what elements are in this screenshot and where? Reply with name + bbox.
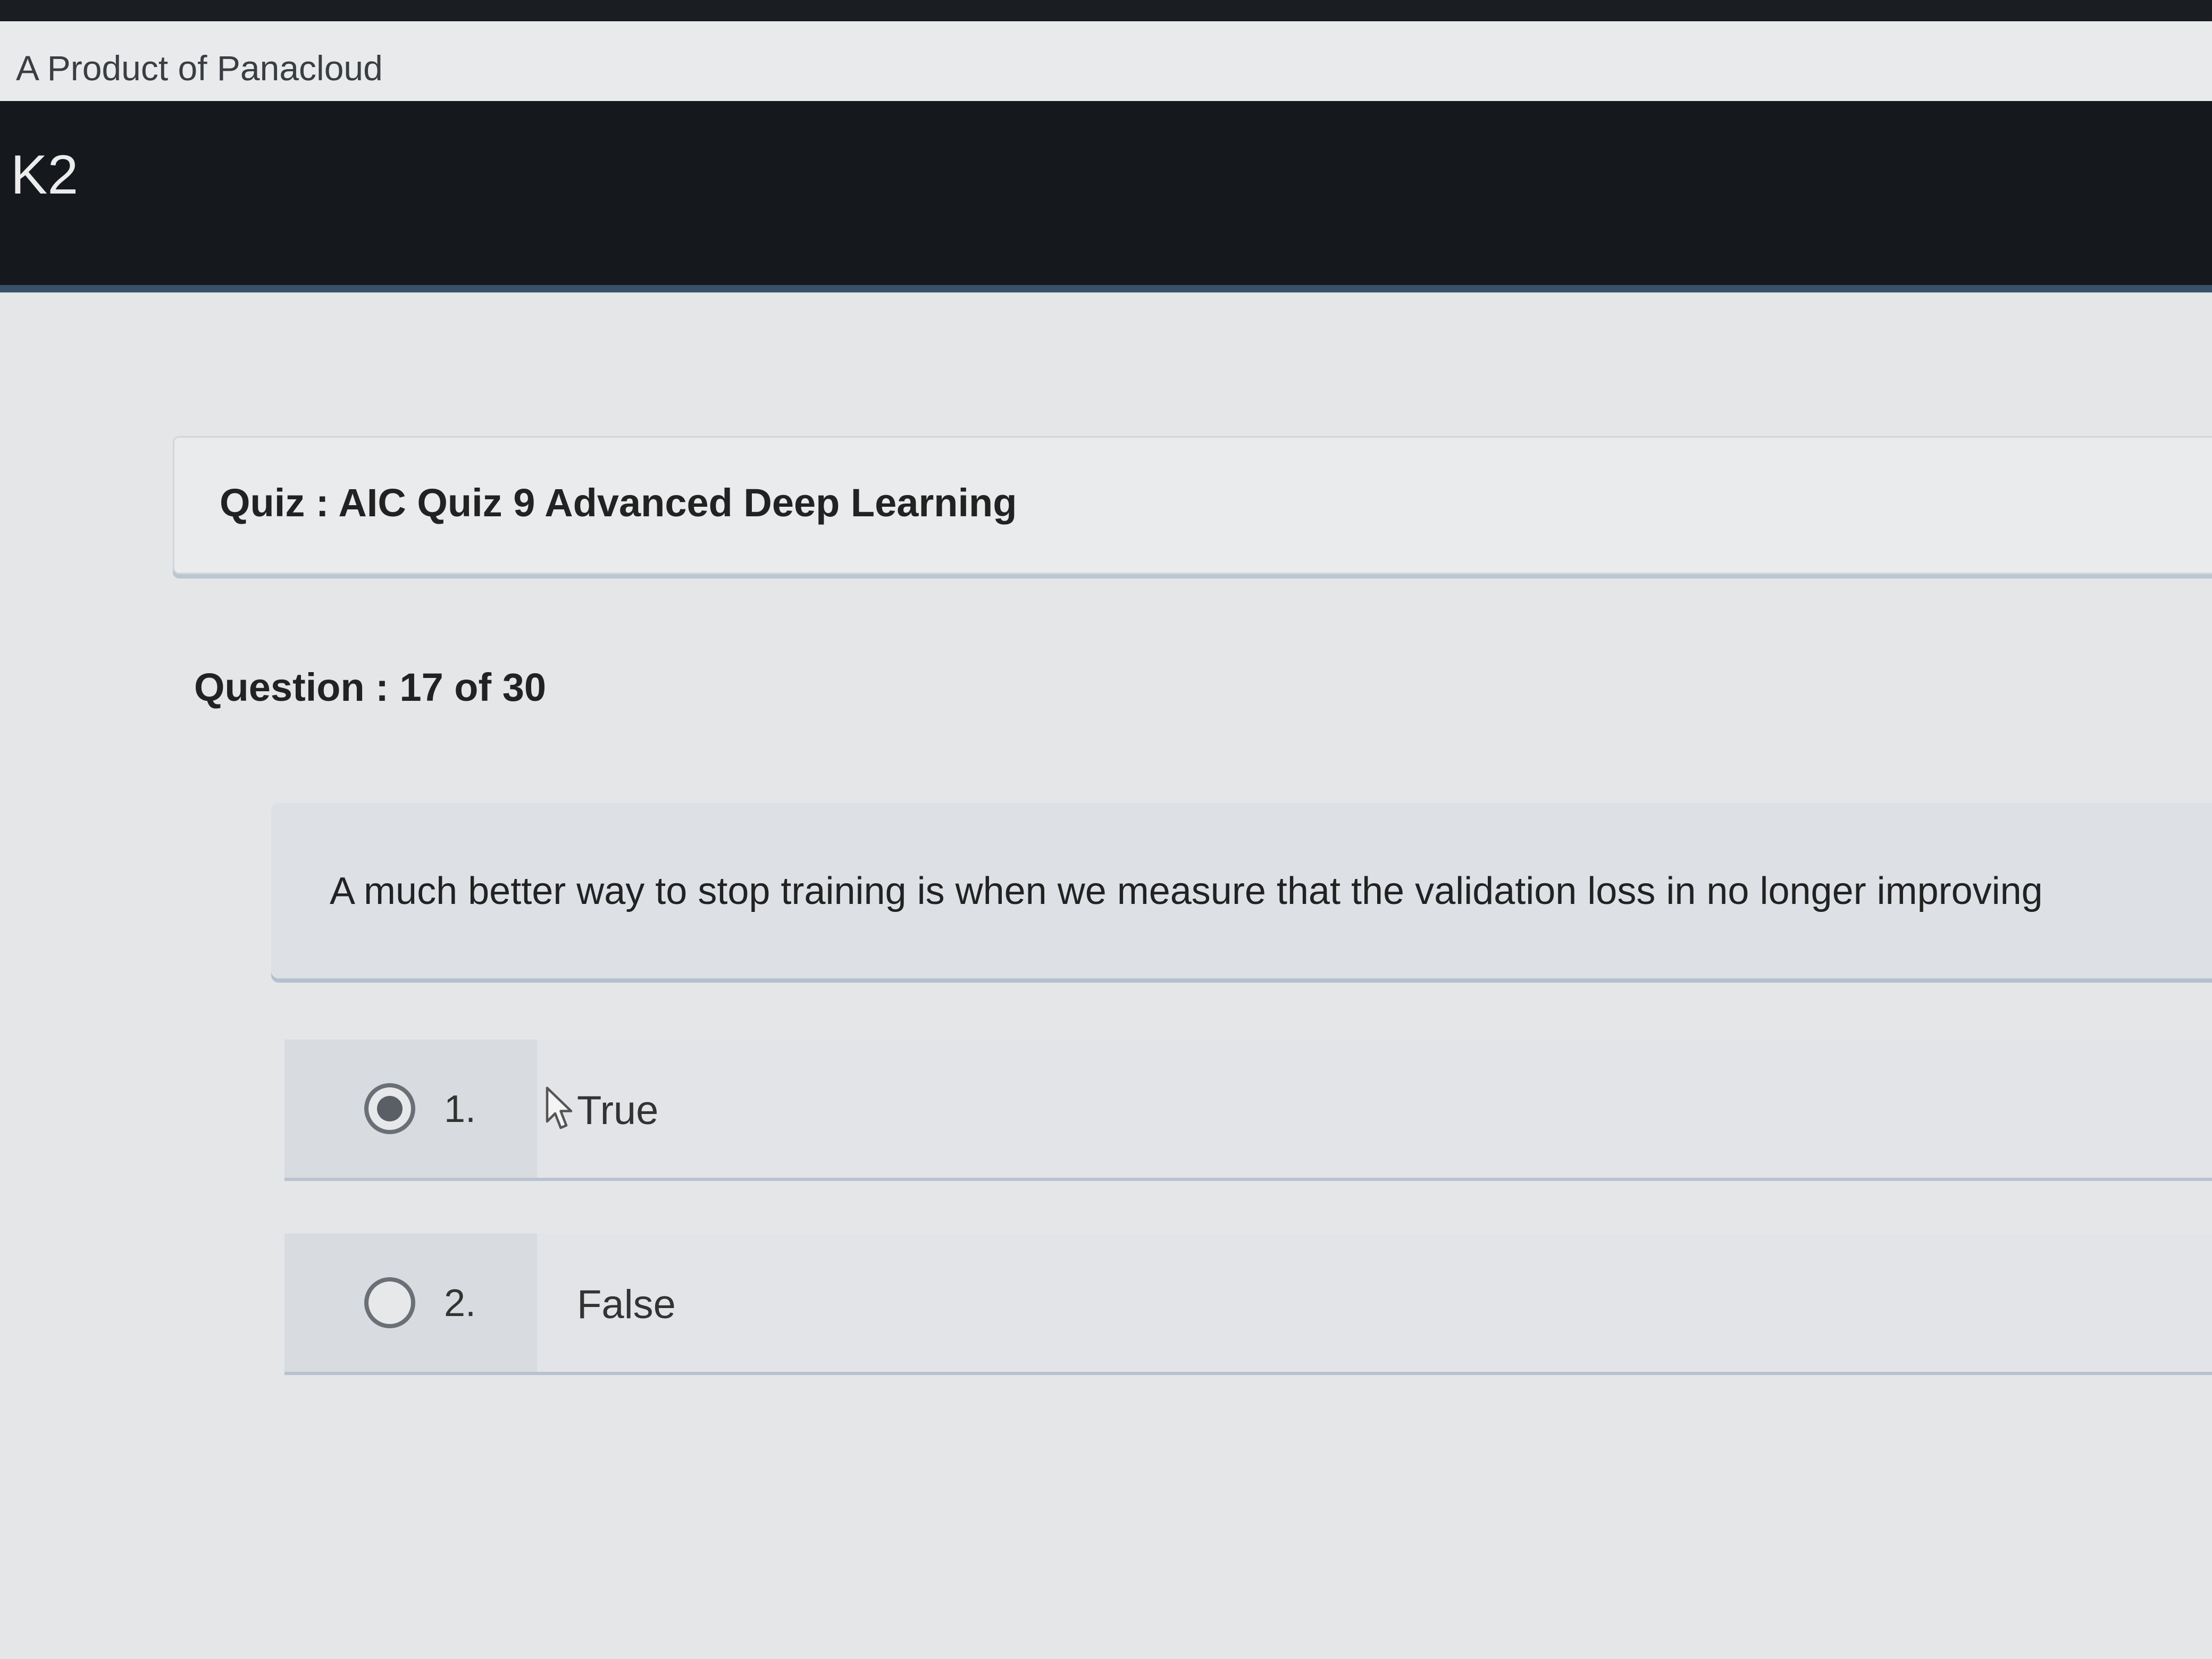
radio-selected-icon[interactable] <box>364 1083 415 1134</box>
option-label[interactable]: False <box>577 1281 676 1328</box>
radio-unselected-icon[interactable] <box>364 1277 415 1328</box>
option-number: 2. <box>444 1282 476 1325</box>
product-tagline: A Product of Panacloud <box>16 48 383 88</box>
app-header: K2 <box>0 101 2212 292</box>
brand-logo-text[interactable]: K2 <box>11 144 78 207</box>
answer-option-2[interactable]: 2. False <box>284 1234 2212 1372</box>
mouse-pointer-icon <box>546 1086 573 1129</box>
option-number-cell: 2. <box>284 1234 537 1372</box>
quiz-title-card: Quiz : AIC Quiz 9 Advanced Deep Learning <box>173 436 2212 574</box>
product-bar: A Product of Panacloud <box>0 21 2212 101</box>
quiz-title: Quiz : AIC Quiz 9 Advanced Deep Learning <box>220 481 1017 525</box>
window-top-strip <box>0 0 2212 21</box>
question-text: A much better way to stop training is wh… <box>330 870 2043 912</box>
option-number-cell: 1. <box>284 1040 537 1178</box>
answer-option-1[interactable]: 1. True <box>284 1040 2212 1178</box>
option-number: 1. <box>444 1088 476 1130</box>
question-card: A much better way to stop training is wh… <box>271 803 2212 978</box>
option-label[interactable]: True <box>577 1087 658 1134</box>
question-counter: Question : 17 of 30 <box>194 665 547 709</box>
